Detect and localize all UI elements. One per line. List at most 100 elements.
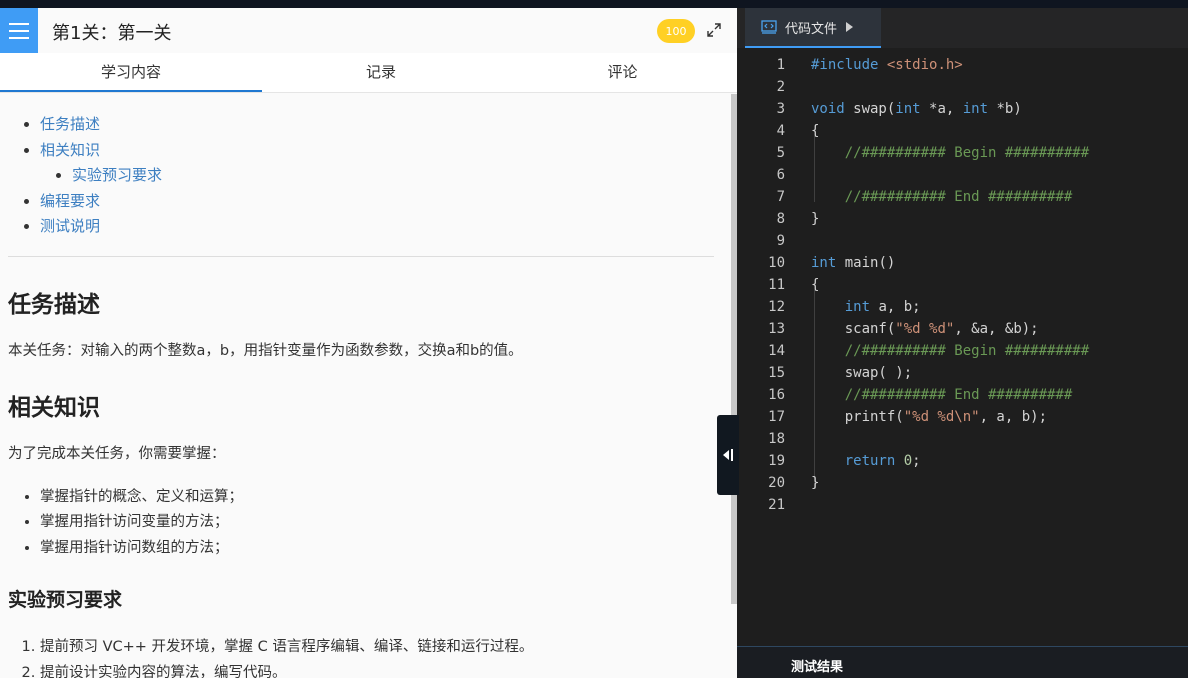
line-number: 14 — [768, 343, 785, 359]
line-number: 8 — [776, 211, 785, 227]
line-number: 13 — [768, 321, 785, 337]
code-text[interactable]: //########## End ########## — [811, 384, 1073, 406]
code-line[interactable]: 5 //########## Begin ########## — [737, 142, 1188, 164]
code-text[interactable]: } — [811, 208, 819, 230]
list-item: 提前预习 VC++ 开发环境，掌握 C 语言程序编辑、编译、链接和运行过程。 — [40, 634, 723, 660]
code-file-icon — [761, 20, 777, 34]
code-line[interactable]: 4{ — [737, 120, 1188, 142]
code-editor[interactable]: 1 #include <stdio.h> 2 3 void swap(int *a, i… — [737, 48, 1188, 646]
toc-item-programming[interactable]: 编程要求 — [40, 189, 723, 215]
code-text[interactable]: printf("%d %d\n", a, b); — [811, 406, 1047, 428]
task-description: 本关任务：对输入的两个整数a，b，用指针变量作为函数参数，交换a和b的值。 — [8, 342, 523, 359]
code-panel: 代码文件 1 #include <stdio.h> 2 3 void swap(int … — [737, 8, 1188, 678]
line-number: 6 — [776, 167, 785, 183]
list-item: 掌握指针的概念、定义和运算； — [40, 485, 723, 511]
line-number: 1 — [776, 57, 785, 73]
preview-list: 提前预习 VC++ 开发环境，掌握 C 语言程序编辑、编译、链接和运行过程。 提… — [8, 634, 723, 678]
line-number: 9 — [776, 233, 785, 249]
collapse-panel-button[interactable] — [717, 415, 739, 495]
code-text[interactable]: int main() — [811, 252, 895, 274]
toc-item-task[interactable]: 任务描述 — [40, 112, 723, 138]
code-line[interactable]: 9 — [737, 230, 1188, 252]
left-panel: 第1关：第一关 100 学习内容 记录 评论 任务描述 相关知识 实验预习要求 … — [0, 8, 737, 678]
code-text[interactable]: #include <stdio.h> — [811, 54, 963, 76]
code-line[interactable]: 16 //########## End ########## — [737, 384, 1188, 406]
section-title-preview: 实验预习要求 — [8, 589, 123, 611]
code-text[interactable]: { — [811, 120, 819, 142]
line-number: 18 — [768, 431, 785, 447]
code-text[interactable]: //########## Begin ########## — [811, 142, 1089, 164]
code-text[interactable]: } — [811, 472, 819, 494]
code-line[interactable]: 21 — [737, 494, 1188, 516]
learning-content: 任务描述 相关知识 实验预习要求 编程要求 测试说明 任务描述 本关任务：对输入… — [0, 94, 731, 678]
top-strip — [0, 0, 1188, 8]
code-line[interactable]: 13 scanf("%d %d", &a, &b); — [737, 318, 1188, 340]
test-results-bar[interactable]: 测试结果 — [737, 646, 1188, 678]
code-line[interactable]: 2 — [737, 76, 1188, 98]
line-number: 16 — [768, 387, 785, 403]
list-item: 掌握用指针访问数组的方法； — [40, 536, 723, 562]
expand-icon[interactable] — [706, 22, 722, 38]
divider — [8, 255, 714, 257]
collapse-panel-icon — [723, 449, 733, 461]
code-text[interactable]: //########## End ########## — [811, 186, 1073, 208]
code-text[interactable]: scanf("%d %d", &a, &b); — [811, 318, 1039, 340]
line-number: 10 — [768, 255, 785, 271]
code-line[interactable]: 7 //########## End ########## — [737, 186, 1188, 208]
code-line[interactable]: 18 — [737, 428, 1188, 450]
file-tab-bar: 代码文件 — [737, 8, 1188, 48]
knowledge-intro: 为了完成本关任务，你需要掌握： — [8, 445, 226, 462]
line-number: 5 — [776, 145, 785, 161]
tab-records[interactable]: 记录 — [262, 53, 500, 92]
toc-item-knowledge[interactable]: 相关知识 实验预习要求 — [40, 138, 723, 189]
code-file-tab[interactable]: 代码文件 — [745, 8, 881, 48]
line-number: 3 — [776, 101, 785, 117]
code-text[interactable]: return 0; — [811, 450, 921, 472]
score-badge: 100 — [657, 19, 695, 43]
code-text[interactable]: //########## Begin ########## — [811, 340, 1089, 362]
menu-icon — [9, 22, 29, 25]
code-line[interactable]: 20} — [737, 472, 1188, 494]
line-number: 20 — [768, 475, 785, 491]
code-line[interactable]: 1 #include <stdio.h> — [737, 54, 1188, 76]
table-of-contents: 任务描述 相关知识 实验预习要求 编程要求 测试说明 — [8, 94, 723, 240]
line-number: 21 — [768, 497, 785, 513]
test-results-label: 测试结果 — [791, 660, 844, 675]
code-line[interactable]: 8} — [737, 208, 1188, 230]
toc-item-testing[interactable]: 测试说明 — [40, 214, 723, 240]
code-line[interactable]: 11 { — [737, 274, 1188, 296]
code-line[interactable]: 6 — [737, 164, 1188, 186]
code-text[interactable]: swap( ); — [811, 362, 912, 384]
code-text[interactable]: int a, b; — [811, 296, 921, 318]
list-item: 掌握用指针访问变量的方法； — [40, 510, 723, 536]
code-line[interactable]: 12 int a, b; — [737, 296, 1188, 318]
level-title: 第1关：第一关 — [52, 23, 172, 44]
line-number: 17 — [768, 409, 785, 425]
line-number: 12 — [768, 299, 785, 315]
line-number: 15 — [768, 365, 785, 381]
line-number: 19 — [768, 453, 785, 469]
code-line[interactable]: 17 printf("%d %d\n", a, b); — [737, 406, 1188, 428]
code-line[interactable]: 14 //########## Begin ########## — [737, 340, 1188, 362]
code-text[interactable]: void swap(int *a, int *b) — [811, 98, 1022, 120]
play-arrow-icon — [846, 22, 854, 32]
code-line[interactable]: 10 int main() — [737, 252, 1188, 274]
knowledge-list: 掌握指针的概念、定义和运算； 掌握用指针访问变量的方法； 掌握用指针访问数组的方… — [8, 485, 723, 562]
tab-comments[interactable]: 评论 — [500, 53, 737, 92]
code-line[interactable]: 19 return 0; — [737, 450, 1188, 472]
line-number: 2 — [776, 79, 785, 95]
tab-learning[interactable]: 学习内容 — [0, 53, 262, 92]
code-line[interactable]: 3 void swap(int *a, int *b) — [737, 98, 1188, 120]
section-title-task: 任务描述 — [8, 291, 100, 318]
content-tabs: 学习内容 记录 评论 — [0, 53, 737, 93]
code-text[interactable]: { — [811, 274, 819, 296]
section-title-knowledge: 相关知识 — [8, 394, 100, 421]
code-line[interactable]: 15 swap( ); — [737, 362, 1188, 384]
line-number: 11 — [768, 277, 785, 293]
list-item: 提前设计实验内容的算法，编写代码。 — [40, 660, 723, 678]
toc-item-preview[interactable]: 实验预习要求 — [72, 163, 723, 189]
menu-button[interactable] — [0, 8, 38, 53]
file-tab-label: 代码文件 — [785, 21, 838, 37]
header: 第1关：第一关 100 — [0, 8, 737, 53]
line-number: 7 — [776, 189, 785, 205]
